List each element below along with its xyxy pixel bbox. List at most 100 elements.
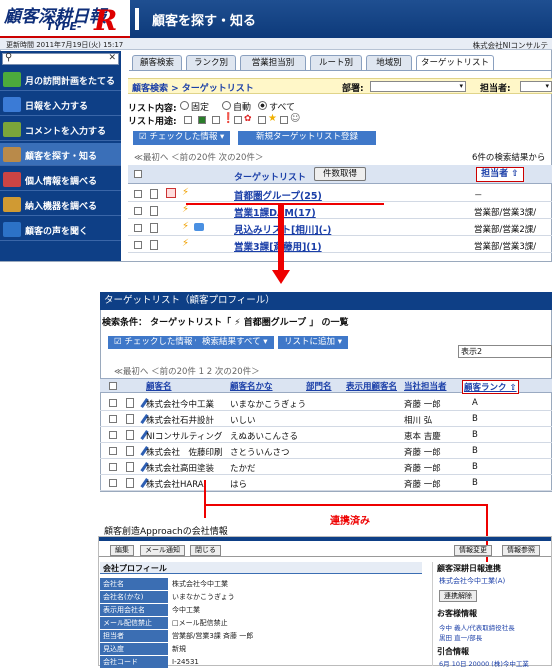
- tab[interactable]: ターゲットリスト: [416, 55, 494, 71]
- column-header[interactable]: 顧客名: [146, 380, 172, 392]
- column-header[interactable]: 顧客名かな: [230, 380, 273, 392]
- menu-icon: [3, 172, 21, 187]
- row-checkbox[interactable]: [109, 479, 117, 487]
- radio-button[interactable]: [222, 101, 231, 110]
- pager[interactable]: ≪最初へ ＜前の20件 次の20件＞: [134, 151, 263, 163]
- pin-icon[interactable]: ❗: [222, 113, 234, 124]
- calendar-icon[interactable]: [166, 188, 176, 198]
- row-checkbox[interactable]: [134, 207, 142, 215]
- table-row[interactable]: NIコンサルティング えぬあいこんさる 恵本 吉慶 B: [100, 427, 552, 443]
- face-icon[interactable]: ☺: [290, 113, 300, 124]
- table-cell: えぬあいこんさる: [230, 432, 299, 442]
- info-item[interactable]: 今中 義人/代表取締役社長: [439, 622, 515, 632]
- owner-select[interactable]: ▾: [520, 81, 552, 92]
- sidebar-item[interactable]: 月の訪問計画をたてる: [0, 68, 121, 91]
- tab[interactable]: 顧客検索: [132, 55, 182, 70]
- tab-divider: [129, 70, 552, 71]
- radio-button[interactable]: [258, 101, 267, 110]
- table-row[interactable]: ⚡営業3課[斎藤用](1)営業部/営業3課/: [128, 237, 552, 253]
- document-icon[interactable]: [126, 430, 134, 440]
- column-header[interactable]: 顧客ランク ⇧: [462, 380, 519, 394]
- display-select[interactable]: 表示2: [458, 345, 552, 358]
- use-checkbox[interactable]: [184, 116, 192, 124]
- checked-info-button[interactable]: ☑ チェックした情報 ▾: [108, 336, 206, 349]
- document-icon[interactable]: [150, 240, 158, 250]
- linked-company-link[interactable]: 株式会社今中工業(A): [439, 576, 505, 586]
- target-list-link[interactable]: 首都圏グループ(25): [234, 188, 322, 202]
- table-cell: いしい: [230, 416, 256, 426]
- row-checkbox[interactable]: [134, 224, 142, 232]
- radio-button[interactable]: [180, 101, 189, 110]
- row-checkbox[interactable]: [109, 399, 117, 407]
- row-checkbox[interactable]: [109, 463, 117, 471]
- table-cell: 株式会社 佐藤印刷: [146, 448, 223, 458]
- table-row[interactable]: 株式会社 佐藤印刷 さとういんさつ 斉藤 一郎 B: [100, 443, 552, 459]
- dept-select[interactable]: ▾: [370, 81, 466, 92]
- column-header[interactable]: 表示用顧客名: [346, 380, 397, 392]
- star-icon[interactable]: ★: [268, 113, 277, 124]
- tab[interactable]: 営業担当別: [240, 55, 306, 70]
- table-row[interactable]: ⚡見込みリスト[相川](-)営業部/営業2課/: [128, 220, 552, 236]
- info-item[interactable]: 黒田 直一/部長: [439, 632, 482, 642]
- document-icon[interactable]: [126, 478, 134, 488]
- use-checkbox[interactable]: [212, 116, 220, 124]
- use-checkbox[interactable]: [280, 116, 288, 124]
- select-all-checkbox[interactable]: [134, 170, 142, 178]
- select-all-checkbox[interactable]: [109, 382, 117, 390]
- document-icon[interactable]: [126, 462, 134, 472]
- table-row[interactable]: 株式会社高田塗装 たかだ 斉藤 一郎 B: [100, 459, 552, 475]
- toolbar-button[interactable]: 閉じる: [190, 545, 221, 556]
- document-icon[interactable]: [126, 414, 134, 424]
- sidebar-item[interactable]: コメントを入力する: [0, 118, 121, 141]
- add-to-list-button[interactable]: リストに追加 ▾: [278, 336, 348, 349]
- info-title: お客様情報: [437, 609, 477, 618]
- toolbar-button[interactable]: メール通知: [140, 545, 185, 556]
- phone-icon[interactable]: [198, 116, 206, 124]
- table-row[interactable]: 株式会社今中工業 いまなかこうぎょう 斉藤 一郎 A: [100, 395, 552, 411]
- table-row[interactable]: ⚡ 首都圏グループ(25) －: [128, 186, 552, 202]
- info2-item[interactable]: 6月 10日 20000 (株)今中工業: [439, 658, 529, 668]
- row-checkbox[interactable]: [109, 431, 117, 439]
- row-checkbox[interactable]: [109, 447, 117, 455]
- table-row[interactable]: 株式会社石井設計 いしい 相川 弘 B: [100, 411, 552, 427]
- document-icon[interactable]: [150, 223, 158, 233]
- document-icon[interactable]: [150, 189, 158, 199]
- tab[interactable]: ランク別: [186, 55, 236, 70]
- col-owner[interactable]: 担当者 ⇧: [476, 167, 524, 182]
- use-checkbox[interactable]: [234, 116, 242, 124]
- document-icon[interactable]: [126, 446, 134, 456]
- row-checkbox[interactable]: [134, 241, 142, 249]
- checked-info-button[interactable]: ☑ チェックした情報 ▾: [133, 131, 231, 145]
- all-results-button[interactable]: 検索結果すべて ▾: [196, 336, 274, 349]
- gift-icon[interactable]: ✿: [244, 114, 252, 124]
- document-icon[interactable]: [126, 398, 134, 408]
- toolbar-button[interactable]: 情報変更: [454, 545, 492, 556]
- sidebar-search-input[interactable]: ⚲ ✕: [2, 52, 119, 65]
- sidebar-item[interactable]: 顧客を探す・知る: [0, 143, 121, 166]
- col-target[interactable]: ターゲットリスト: [234, 170, 306, 183]
- bolt-icon: ⚡: [182, 221, 190, 232]
- clear-icon[interactable]: ✕: [108, 53, 116, 63]
- tab[interactable]: 地域別: [366, 55, 412, 70]
- toolbar-button[interactable]: 編集: [110, 545, 134, 556]
- sidebar-item[interactable]: 個人情報を調べる: [0, 168, 121, 191]
- sidebar-item[interactable]: 納入機器を調べる: [0, 193, 121, 216]
- document-icon[interactable]: [150, 206, 158, 216]
- column-header[interactable]: 部門名: [306, 380, 332, 392]
- toolbar-button[interactable]: 情報参照: [502, 545, 540, 556]
- use-checkbox[interactable]: [258, 116, 266, 124]
- column-header[interactable]: 当社担当者: [404, 380, 447, 392]
- sidebar-item[interactable]: 日報を入力する: [0, 93, 121, 116]
- unlink-button[interactable]: 連携解除: [439, 590, 477, 602]
- row-checkbox[interactable]: [109, 415, 117, 423]
- pager[interactable]: ≪最初へ ＜前の20件 1 2 次の20件＞: [114, 365, 260, 377]
- row-checkbox[interactable]: [134, 190, 142, 198]
- table-row[interactable]: ⚡ 営業1課DAM(17) 営業部/営業3課/: [128, 203, 552, 219]
- count-button[interactable]: 件数取得: [314, 167, 367, 181]
- sidebar-item[interactable]: 顧客の声を聞く: [0, 218, 121, 241]
- sidebar-item-label: 顧客の声を聞く: [25, 227, 89, 237]
- new-target-button[interactable]: 新規ターゲットリスト登録: [238, 131, 376, 145]
- table-row[interactable]: 株式会社HARA はら 斉藤 一郎 B: [100, 475, 552, 491]
- target-list-link[interactable]: 営業1課DAM(17): [234, 205, 316, 219]
- tab[interactable]: ルート別: [310, 55, 362, 70]
